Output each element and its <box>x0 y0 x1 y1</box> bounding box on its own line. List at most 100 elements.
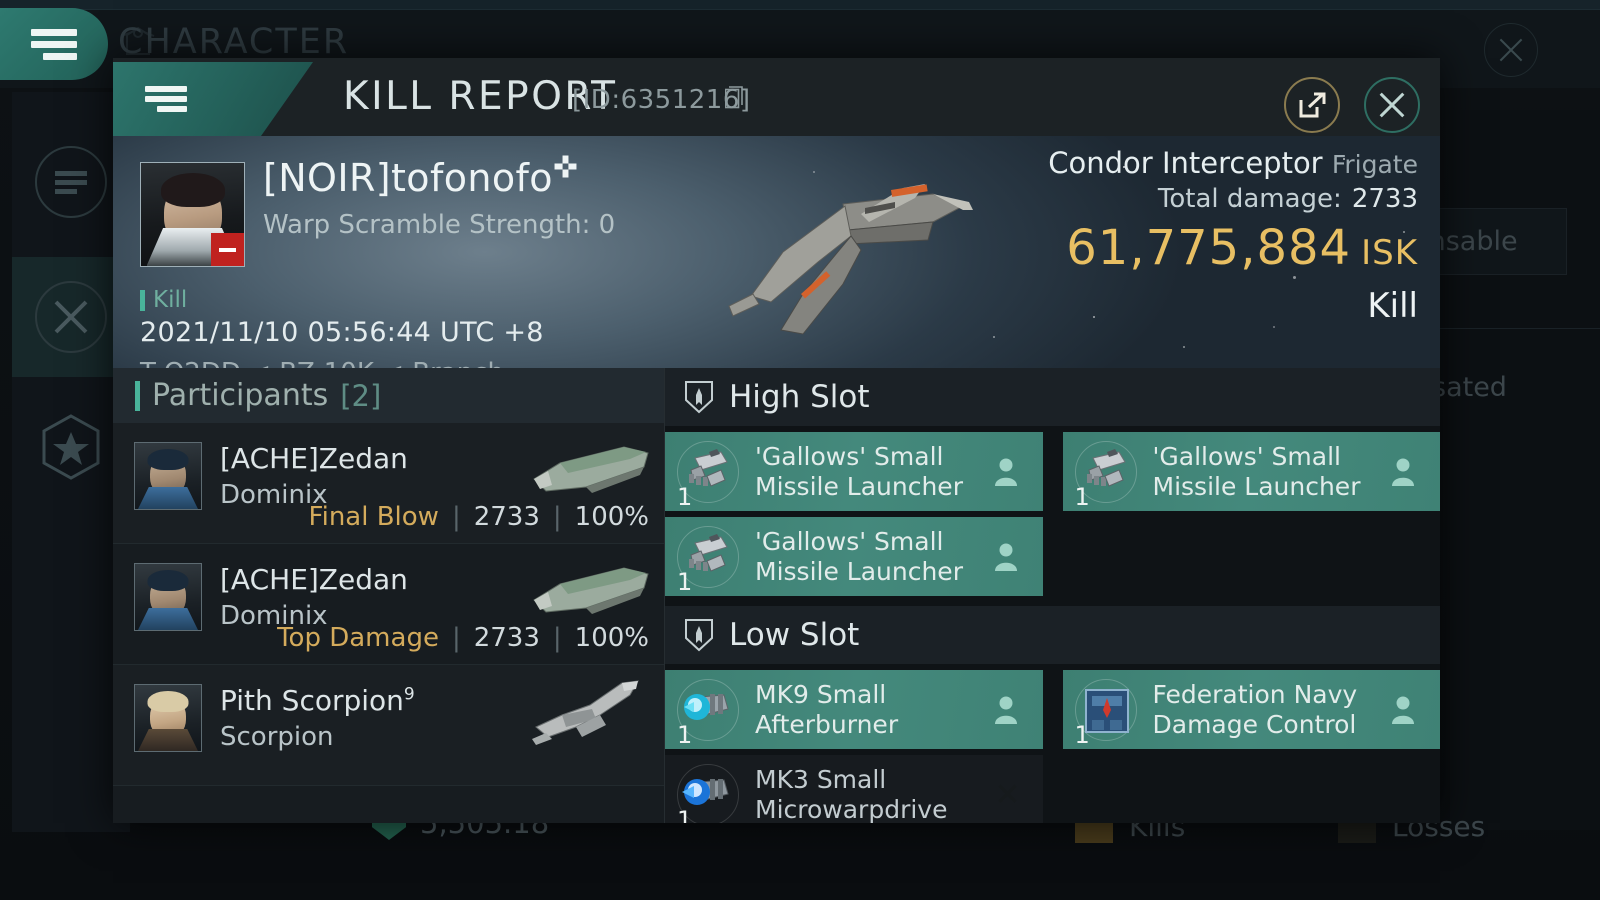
dominix-render <box>533 567 649 614</box>
slot-section-header-high: High Slot <box>665 368 1440 426</box>
participants-panel: Participants [2] [ACHE]Zedan Dominix Fin… <box>113 368 665 823</box>
bg-hamburger-icon[interactable] <box>0 8 108 80</box>
kill-tag: Kill <box>140 287 187 313</box>
victim-avatar[interactable] <box>140 162 245 267</box>
kill-timestamp: 2021/11/10 05:56:44 UTC +8 <box>140 317 544 348</box>
module-slot-empty <box>1063 755 1441 823</box>
participant-percent: 100% <box>574 502 649 532</box>
participant-avatar-pith-scorpion <box>134 684 202 752</box>
participant-percent: 100% <box>574 623 649 653</box>
microwarpdrive-icon: 1 <box>673 760 743 823</box>
missile-launcher-icon: 1 <box>673 522 743 596</box>
module-slot[interactable]: 1 'Gallows' Small Missile Launcher <box>1062 432 1440 511</box>
modal-titlebar: KILL REPORT [ID:6351216] <box>113 58 1440 136</box>
participant-damage: 2733 <box>473 623 540 653</box>
person-icon <box>994 458 1017 486</box>
scorpion-render <box>532 680 639 745</box>
module-qty: 1 <box>1074 720 1090 749</box>
ship-name: Condor Interceptor <box>1048 146 1323 180</box>
bg-page-title: CHARACTER <box>118 22 350 62</box>
slot-shield-icon <box>685 381 713 414</box>
kill-location: T-Q2DD < BZ-10K < Branch <box>140 358 504 368</box>
close-button[interactable] <box>1364 77 1420 133</box>
participant-name-text: [ACHE]Zedan <box>220 563 408 596</box>
participant-stats: Final Blow | 2733 | 100% <box>308 502 649 532</box>
participant-stats: Top Damage | 2733 | 100% <box>277 623 649 653</box>
warp-scramble-strength: Warp Scramble Strength: 0 <box>263 210 616 240</box>
modal-report-id: [ID:6351216] <box>572 85 751 115</box>
bg-top-accent-bar <box>0 0 1600 10</box>
person-icon <box>1392 458 1414 486</box>
module-slot[interactable]: 1 Federation Navy Damage Control <box>1062 670 1440 749</box>
external-link-icon <box>1299 92 1326 118</box>
participants-label: Participants <box>152 378 329 413</box>
kill-summary: Condor Interceptor Frigate Total damage:… <box>1048 146 1418 276</box>
missile-launcher-icon: 1 <box>673 437 743 511</box>
table-row[interactable]: [ACHE]Zedan Dominix Top Damage | 2733 | <box>113 544 664 665</box>
ship-summary-line: Condor Interceptor Frigate <box>1048 146 1418 180</box>
participant-avatar-zedan <box>134 442 202 510</box>
module-qty: 1 <box>677 482 693 511</box>
condor-interceptor-render <box>728 184 973 335</box>
isk-amount: 61,775,884 <box>1066 220 1352 276</box>
fitting-panel: High Slot 1 'Gallows' Small Missile Laun… <box>665 368 1440 823</box>
participant-damage: 2733 <box>473 502 540 532</box>
module-name: Federation Navy Damage Control <box>1152 680 1358 739</box>
module-qty: 1 <box>1074 482 1090 511</box>
bg-close-icon[interactable] <box>1484 23 1538 77</box>
total-damage: Total damage: 2733 <box>1048 184 1418 214</box>
participants-header-bar <box>135 380 140 411</box>
isk-unit: ISK <box>1361 233 1418 273</box>
total-damage-value: 2733 <box>1351 184 1418 214</box>
star-hex-icon <box>35 411 107 483</box>
modal-hamburger-icon[interactable] <box>113 62 313 136</box>
participant-name-text: Pith Scorpion <box>220 684 404 717</box>
participant-name: Pith Scorpion9 <box>220 684 415 717</box>
module-qty: 1 <box>677 567 693 596</box>
avatar-hair <box>160 173 225 207</box>
slot-title: High Slot <box>729 379 870 415</box>
module-grid-high: 1 'Gallows' Small Missile Launcher 1 'Ga… <box>665 426 1440 596</box>
table-row[interactable]: [ACHE]Zedan Dominix Final Blow | 2733 | <box>113 423 664 544</box>
participant-name: [ACHE]Zedan <box>220 442 408 475</box>
modal-body: Participants [2] [ACHE]Zedan Dominix Fin… <box>113 368 1440 823</box>
module-name: 'Gallows' Small Missile Launcher <box>755 442 963 501</box>
copy-icon[interactable] <box>725 86 745 110</box>
slot-title: Low Slot <box>729 617 860 653</box>
crossed-swords-icon <box>35 281 107 353</box>
export-button[interactable] <box>1284 77 1340 133</box>
slot-shield-icon <box>685 619 713 652</box>
kill-tag-label: Kill <box>153 287 188 313</box>
kill-tag-bar <box>140 289 145 311</box>
list-icon <box>35 146 107 218</box>
negative-standing-badge <box>211 233 244 266</box>
kill-result: Kill <box>1367 286 1418 326</box>
module-grid-low: 1 MK9 Small Afterburner 1 Federation Nav… <box>665 664 1440 823</box>
total-damage-label: Total damage: <box>1157 184 1342 214</box>
victim-name-text: [NOIR]tofonofo <box>263 156 553 200</box>
isk-value: 61,775,884 ISK <box>1048 220 1418 276</box>
participant-name-sup: 9 <box>403 684 415 705</box>
module-slot[interactable]: 1 MK3 Small Microwarpdrive ✕ <box>665 755 1043 823</box>
module-name: MK3 Small Microwarpdrive <box>755 765 948 823</box>
table-row[interactable]: Pith Scorpion9 Scorpion <box>113 665 664 786</box>
participants-header: Participants [2] <box>113 368 664 423</box>
person-icon <box>994 696 1017 724</box>
module-slot[interactable]: 1 'Gallows' Small Missile Launcher <box>665 517 1043 596</box>
participant-ship: Scorpion <box>220 722 334 752</box>
person-icon <box>994 543 1017 571</box>
module-slot[interactable]: 1 'Gallows' Small Missile Launcher <box>665 432 1043 511</box>
victim-banner: [NOIR]tofonofo✜ Warp Scramble Strength: … <box>113 136 1440 368</box>
screen: CHARACTER ensable sated 5,505.18 Kills L… <box>0 0 1600 900</box>
victim-name: [NOIR]tofonofo✜ <box>263 153 578 200</box>
module-name: 'Gallows' Small Missile Launcher <box>1152 442 1361 501</box>
module-slot-empty <box>1063 517 1441 596</box>
person-icon <box>1392 696 1414 724</box>
x-icon[interactable]: ✕ <box>995 777 1021 813</box>
module-name: MK9 Small Afterburner <box>755 680 899 739</box>
module-slot[interactable]: 1 MK9 Small Afterburner <box>665 670 1043 749</box>
participant-avatar-zedan <box>134 563 202 631</box>
ship-class: Frigate <box>1331 150 1418 179</box>
victim-name-suffix: ✜ <box>552 150 579 186</box>
kill-report-modal: KILL REPORT [ID:6351216] [NOIR]tofonofo✜… <box>113 58 1440 823</box>
